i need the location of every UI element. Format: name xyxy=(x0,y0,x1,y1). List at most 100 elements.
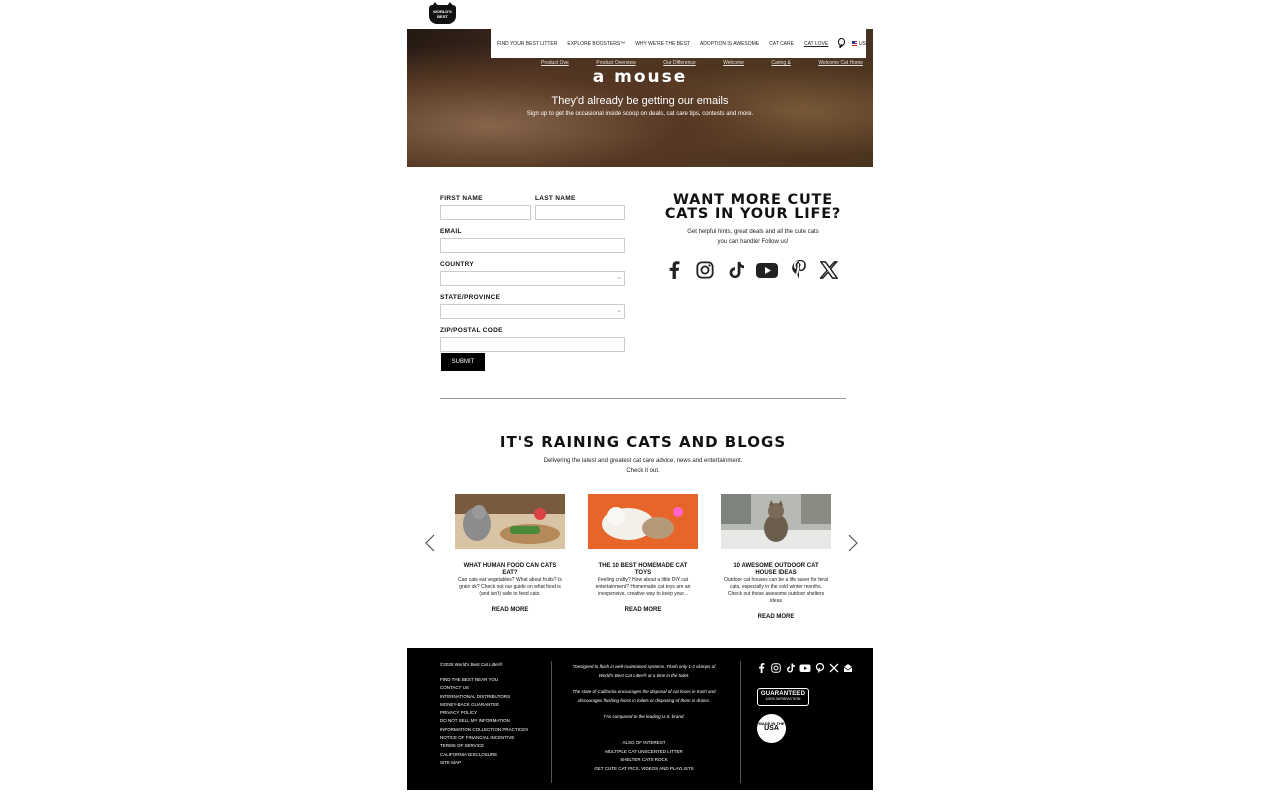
hero-subtitle: They'd already be getting our emails xyxy=(551,95,729,107)
social-promo: WANT MORE CUTE CATS IN YOUR LIFE? Get he… xyxy=(664,193,842,247)
copyright: ©2025 World's Best Cat Litter® xyxy=(440,662,503,667)
nav-adoption[interactable]: ADOPTION IS AWESOME xyxy=(700,41,759,47)
instagram-icon[interactable] xyxy=(696,260,714,280)
blog-card[interactable]: 10 AWESOME OUTDOOR CAT HOUSE IDEAS Outdo… xyxy=(721,494,831,623)
subnav-item[interactable]: Caring & xyxy=(771,60,790,66)
facebook-icon[interactable] xyxy=(666,260,684,280)
footer-social xyxy=(757,663,853,673)
blog-card-title: WHAT HUMAN FOOD CAN CATS EAT? xyxy=(463,563,557,576)
read-more-link[interactable]: READ MORE xyxy=(758,614,795,620)
x-icon[interactable] xyxy=(820,260,838,280)
country-label: COUNTRY xyxy=(440,261,474,268)
footer-link[interactable]: PRIVACY POLICY xyxy=(440,709,540,717)
footer-note: The state of California encourages the d… xyxy=(572,689,716,703)
youtube-icon[interactable] xyxy=(756,260,778,280)
footer-link[interactable]: INFORMATION COLLECTION PRACTICES xyxy=(440,726,540,734)
country-selector[interactable]: US xyxy=(859,41,866,47)
footer-notes: *Designed to flush in well-maintained sy… xyxy=(569,662,719,728)
footer-link[interactable]: DO NOT SELL MY INFORMATION xyxy=(440,717,540,725)
subnav-item[interactable]: Welcome xyxy=(723,60,744,66)
footer-divider xyxy=(740,661,741,783)
last-name-field[interactable] xyxy=(535,205,625,220)
tiktok-icon[interactable] xyxy=(785,663,795,673)
state-select[interactable] xyxy=(440,304,625,319)
subnav-item[interactable]: Product Overview xyxy=(596,60,635,66)
carousel-next-arrow[interactable] xyxy=(848,534,858,552)
hero-title: a mouse xyxy=(592,67,688,87)
nav-cat-love[interactable]: CAT LOVE xyxy=(804,41,828,47)
read-more-link[interactable]: READ MORE xyxy=(492,607,529,613)
blog-image-kitten-toys[interactable] xyxy=(588,494,698,549)
also-of-interest: ALSO OF INTEREST MULTIPLE CAT UNSCENTED … xyxy=(569,739,719,773)
footer-link[interactable]: SITE MAP xyxy=(440,759,540,767)
first-name-field[interactable] xyxy=(440,205,531,220)
badge-usa-text: USA xyxy=(764,725,779,732)
last-name-label: LAST NAME xyxy=(535,195,576,202)
blogs-title: IT'S RAINING CATS AND BLOGS xyxy=(499,433,787,451)
submit-button[interactable]: SUBMIT xyxy=(441,353,485,371)
state-label: STATE/PROVINCE xyxy=(440,294,501,301)
subnav-item[interactable]: Product Ove xyxy=(541,60,569,66)
nav-cat-care[interactable]: CAT CARE xyxy=(769,41,794,47)
zip-field[interactable] xyxy=(440,337,625,352)
subnav-item[interactable]: Welcome Cat Home xyxy=(818,60,863,66)
instagram-icon[interactable] xyxy=(771,663,781,673)
first-name-label: FIRST NAME xyxy=(440,195,483,202)
zip-label: ZIP/POSTAL CODE xyxy=(440,327,503,334)
blog-card-text: Can cats eat vegetables? What about frui… xyxy=(458,577,562,597)
guarantee-badge: GUARANTEED 100% SATISFACTION xyxy=(757,688,809,706)
carousel-prev-arrow[interactable] xyxy=(425,534,435,552)
social-title: WANT MORE CUTE CATS IN YOUR LIFE? xyxy=(664,192,842,222)
badge-guaranteed-small: 100% SATISFACTION xyxy=(765,697,801,701)
blog-card-text: Outdoor cat houses can be a life saver f… xyxy=(724,577,828,604)
footer-link[interactable]: TERMS OF SERVICE xyxy=(440,742,540,750)
nav-why-best[interactable]: WHY WE'RE THE BEST xyxy=(635,41,690,47)
footer-links: ©2025 World's Best Cat Litter® FIND THE … xyxy=(440,662,540,767)
logo-text: WORLD'S BEST xyxy=(433,9,452,19)
blog-image-outdoor-cat[interactable] xyxy=(721,494,831,549)
facebook-icon[interactable] xyxy=(757,663,767,673)
blog-card-title: THE 10 BEST HOMEMADE CAT TOYS xyxy=(598,563,688,576)
main-nav: FIND YOUR BEST LITTER EXPLORE BOOSTERS™ … xyxy=(491,29,866,58)
read-more-link[interactable]: READ MORE xyxy=(625,607,662,613)
site-footer: ©2025 World's Best Cat Litter® FIND THE … xyxy=(407,648,873,790)
email-icon[interactable] xyxy=(843,663,853,673)
footer-note: †As compared to the leading U.S. brand. xyxy=(603,714,685,719)
signup-form: FIRST NAME LAST NAME EMAIL COUNTRY STATE… xyxy=(440,195,625,352)
footer-link[interactable]: INTERNATIONAL DISTRIBUTORS xyxy=(440,693,540,701)
also-link[interactable]: GET CUTE CAT PICS, VIDEOS AND PLAYLISTS xyxy=(569,765,719,774)
made-in-usa-badge: MADE IN THE USA xyxy=(757,714,786,743)
blog-card-title: 10 AWESOME OUTDOOR CAT HOUSE IDEAS xyxy=(733,563,819,576)
footer-note: *Designed to flush in well-maintained sy… xyxy=(572,664,716,678)
us-flag-icon[interactable] xyxy=(851,41,858,46)
footer-link[interactable]: NOTICE OF FINANCIAL INCENTIVE xyxy=(440,734,540,742)
also-link[interactable]: MULTIPLE CAT UNSCENTED LITTER xyxy=(569,748,719,757)
subnav-item[interactable]: Our Difference xyxy=(663,60,695,66)
blog-card[interactable]: WHAT HUMAN FOOD CAN CATS EAT? Can cats e… xyxy=(455,494,565,616)
youtube-icon[interactable] xyxy=(799,663,811,673)
hero-description: Sign up to get the occasional inside sco… xyxy=(526,111,754,117)
social-text: Get helpful hints, great deals and all t… xyxy=(687,229,819,245)
tiktok-icon[interactable] xyxy=(726,260,744,280)
email-field[interactable] xyxy=(440,238,625,253)
blogs-subtitle: Delivering the latest and greatest cat c… xyxy=(543,458,743,474)
search-icon[interactable] xyxy=(838,38,845,46)
x-icon[interactable] xyxy=(829,663,839,673)
blog-card[interactable]: THE 10 BEST HOMEMADE CAT TOYS Feeling cr… xyxy=(588,494,698,616)
pinterest-icon[interactable] xyxy=(790,260,808,280)
footer-link[interactable]: FIND THE BEST NEAR YOU xyxy=(440,676,540,684)
blog-card-text: Feeling crafty? How about a little DIY c… xyxy=(595,577,691,597)
blog-image-cat-food[interactable] xyxy=(455,494,565,549)
email-label: EMAIL xyxy=(440,228,462,235)
footer-link[interactable]: MONEY-BACK GUARANTEE xyxy=(440,701,540,709)
brand-logo[interactable]: WORLD'S BEST xyxy=(429,2,456,24)
nav-explore-boosters[interactable]: EXPLORE BOOSTERS™ xyxy=(567,41,625,47)
footer-link[interactable]: CONTACT US xyxy=(440,684,540,692)
footer-divider xyxy=(551,661,552,783)
pinterest-icon[interactable] xyxy=(815,663,825,673)
country-select[interactable] xyxy=(440,271,625,286)
section-divider xyxy=(440,398,846,399)
nav-find-litter[interactable]: FIND YOUR BEST LITTER xyxy=(497,41,557,47)
footer-link[interactable]: CALIFORNIA DISCLOSURE xyxy=(440,751,540,759)
also-link[interactable]: SHELTER CATS ROCK xyxy=(569,756,719,765)
